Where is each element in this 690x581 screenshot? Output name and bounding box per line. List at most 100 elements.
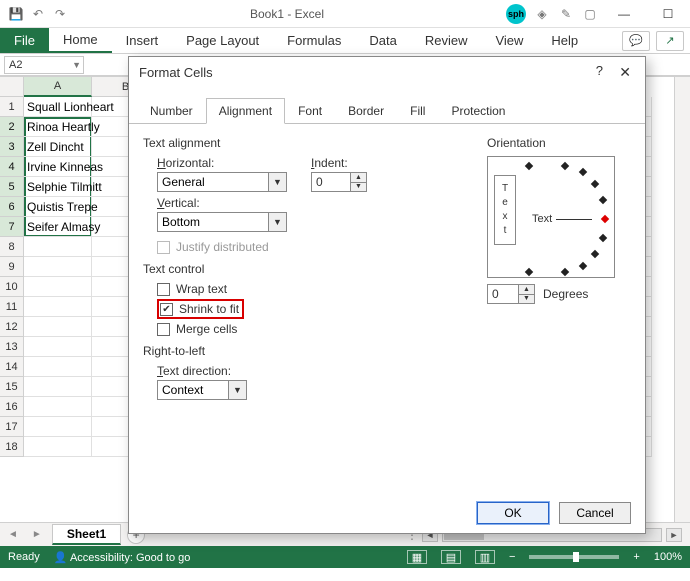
cell[interactable]: Zell Dincht bbox=[24, 137, 92, 157]
cell[interactable]: Irvine Kinneas bbox=[24, 157, 92, 177]
degrees-up-icon[interactable]: ▲ bbox=[518, 285, 534, 295]
cell[interactable]: Seifer Almasy bbox=[24, 217, 92, 237]
cancel-button[interactable]: Cancel bbox=[559, 502, 631, 524]
sheet-tab-sheet1[interactable]: Sheet1 bbox=[52, 524, 121, 545]
horizontal-combo-dropdown-icon[interactable]: ▼ bbox=[268, 173, 286, 191]
zoom-slider[interactable] bbox=[529, 555, 619, 559]
ribbon-tab-insert[interactable]: Insert bbox=[112, 28, 173, 53]
ok-button[interactable]: OK bbox=[477, 502, 549, 524]
text-direction-combo[interactable]: Context ▼ bbox=[157, 380, 247, 400]
vertical-combo-dropdown-icon[interactable]: ▼ bbox=[268, 213, 286, 231]
dialog-titlebar[interactable]: Format Cells ? ✕ bbox=[129, 57, 645, 87]
row-header[interactable]: 3 bbox=[0, 137, 24, 157]
degrees-spinner[interactable]: 0 ▲▼ bbox=[487, 284, 535, 304]
ribbon-options-icon[interactable]: ▢ bbox=[582, 6, 598, 22]
cell[interactable] bbox=[24, 377, 92, 397]
row-header[interactable]: 17 bbox=[0, 417, 24, 437]
sheet-nav-prev-icon[interactable]: ◄ bbox=[4, 529, 22, 540]
degrees-down-icon[interactable]: ▼ bbox=[518, 295, 534, 304]
ribbon-tab-review[interactable]: Review bbox=[411, 28, 482, 53]
row-header[interactable]: 5 bbox=[0, 177, 24, 197]
cell[interactable] bbox=[24, 277, 92, 297]
view-pagebreak-button[interactable]: ▥ bbox=[475, 550, 495, 564]
horizontal-combo[interactable]: General ▼ bbox=[157, 172, 287, 192]
dialog-tab-font[interactable]: Font bbox=[285, 98, 335, 124]
diamond-icon[interactable]: ◈ bbox=[534, 6, 550, 22]
row-header[interactable]: 1 bbox=[0, 97, 24, 117]
column-header-a[interactable]: A bbox=[24, 77, 92, 97]
ribbon-tab-home[interactable]: Home bbox=[49, 28, 112, 53]
row-header[interactable]: 16 bbox=[0, 397, 24, 417]
status-accessibility[interactable]: 👤 Accessibility: Good to go bbox=[54, 551, 191, 564]
vertical-scrollbar[interactable] bbox=[674, 77, 690, 522]
row-header[interactable]: 6 bbox=[0, 197, 24, 217]
file-tab[interactable]: File bbox=[0, 28, 49, 53]
ribbon-tab-view[interactable]: View bbox=[481, 28, 537, 53]
ribbon-tab-help[interactable]: Help bbox=[537, 28, 592, 53]
maximize-button[interactable]: ☐ bbox=[650, 2, 686, 26]
vertical-combo[interactable]: Bottom ▼ bbox=[157, 212, 287, 232]
row-header[interactable]: 9 bbox=[0, 257, 24, 277]
cell[interactable] bbox=[24, 297, 92, 317]
row-header[interactable]: 13 bbox=[0, 337, 24, 357]
ribbon-tab-page-layout[interactable]: Page Layout bbox=[172, 28, 273, 53]
wrap-text-checkbox[interactable] bbox=[157, 283, 170, 296]
cell[interactable] bbox=[24, 317, 92, 337]
row-header[interactable]: 2 bbox=[0, 117, 24, 137]
cell[interactable] bbox=[24, 237, 92, 257]
undo-icon[interactable]: ↶ bbox=[30, 6, 46, 22]
row-header[interactable]: 14 bbox=[0, 357, 24, 377]
redo-icon[interactable]: ↷ bbox=[52, 6, 68, 22]
name-box-dropdown-icon[interactable]: ▼ bbox=[72, 60, 81, 70]
cell[interactable] bbox=[24, 397, 92, 417]
dialog-tab-fill[interactable]: Fill bbox=[397, 98, 438, 124]
dialog-tab-number[interactable]: Number bbox=[137, 98, 206, 124]
dialog-help-button[interactable]: ? bbox=[596, 63, 603, 78]
indent-up-icon[interactable]: ▲ bbox=[350, 173, 366, 183]
indent-down-icon[interactable]: ▼ bbox=[350, 183, 366, 192]
cell[interactable] bbox=[24, 257, 92, 277]
hscroll-right-button[interactable]: ► bbox=[666, 528, 682, 542]
orientation-vertical-text[interactable]: Text bbox=[494, 175, 516, 245]
select-all-corner[interactable] bbox=[0, 77, 24, 97]
dialog-tab-border[interactable]: Border bbox=[335, 98, 397, 124]
cell[interactable]: Quistis Trepe bbox=[24, 197, 92, 217]
view-pagelayout-button[interactable]: ▤ bbox=[441, 550, 461, 564]
share-button[interactable]: ↗ bbox=[656, 31, 684, 51]
row-header[interactable]: 15 bbox=[0, 377, 24, 397]
cell[interactable] bbox=[24, 417, 92, 437]
merge-cells-checkbox[interactable] bbox=[157, 323, 170, 336]
orientation-handle[interactable] bbox=[601, 215, 609, 223]
dialog-close-button[interactable]: ✕ bbox=[615, 62, 635, 83]
cell[interactable] bbox=[24, 357, 92, 377]
shrink-to-fit-checkbox[interactable]: ✔ bbox=[160, 303, 173, 316]
cell[interactable]: Rinoa Heartly bbox=[24, 117, 92, 137]
orientation-canvas[interactable]: Text Text bbox=[487, 156, 615, 278]
row-header[interactable]: 4 bbox=[0, 157, 24, 177]
view-normal-button[interactable]: ▦ bbox=[407, 550, 427, 564]
row-header[interactable]: 18 bbox=[0, 437, 24, 457]
cell[interactable]: Selphie Tilmitt bbox=[24, 177, 92, 197]
cell[interactable] bbox=[24, 437, 92, 457]
zoom-level[interactable]: 100% bbox=[654, 551, 682, 563]
zoom-slider-knob[interactable] bbox=[573, 552, 579, 562]
cell[interactable]: Squall Lionheart bbox=[24, 97, 92, 117]
row-header[interactable]: 8 bbox=[0, 237, 24, 257]
dialog-tab-alignment[interactable]: Alignment bbox=[206, 98, 285, 124]
row-header[interactable]: 12 bbox=[0, 317, 24, 337]
indent-spinner[interactable]: 0 ▲▼ bbox=[311, 172, 367, 192]
minimize-button[interactable]: — bbox=[606, 2, 642, 26]
row-header[interactable]: 10 bbox=[0, 277, 24, 297]
dialog-tab-protection[interactable]: Protection bbox=[438, 98, 518, 124]
autosave-icon[interactable]: 💾 bbox=[8, 6, 24, 22]
row-header[interactable]: 11 bbox=[0, 297, 24, 317]
name-box[interactable]: A2 ▼ bbox=[4, 56, 84, 74]
zoom-out-button[interactable]: − bbox=[509, 551, 515, 563]
zoom-in-button[interactable]: + bbox=[633, 551, 639, 563]
sheet-nav-next-icon[interactable]: ► bbox=[28, 529, 46, 540]
ribbon-tab-formulas[interactable]: Formulas bbox=[273, 28, 355, 53]
row-header[interactable]: 7 bbox=[0, 217, 24, 237]
ribbon-tab-data[interactable]: Data bbox=[355, 28, 410, 53]
text-direction-dropdown-icon[interactable]: ▼ bbox=[228, 381, 246, 399]
comments-button[interactable]: 💬 bbox=[622, 31, 650, 51]
